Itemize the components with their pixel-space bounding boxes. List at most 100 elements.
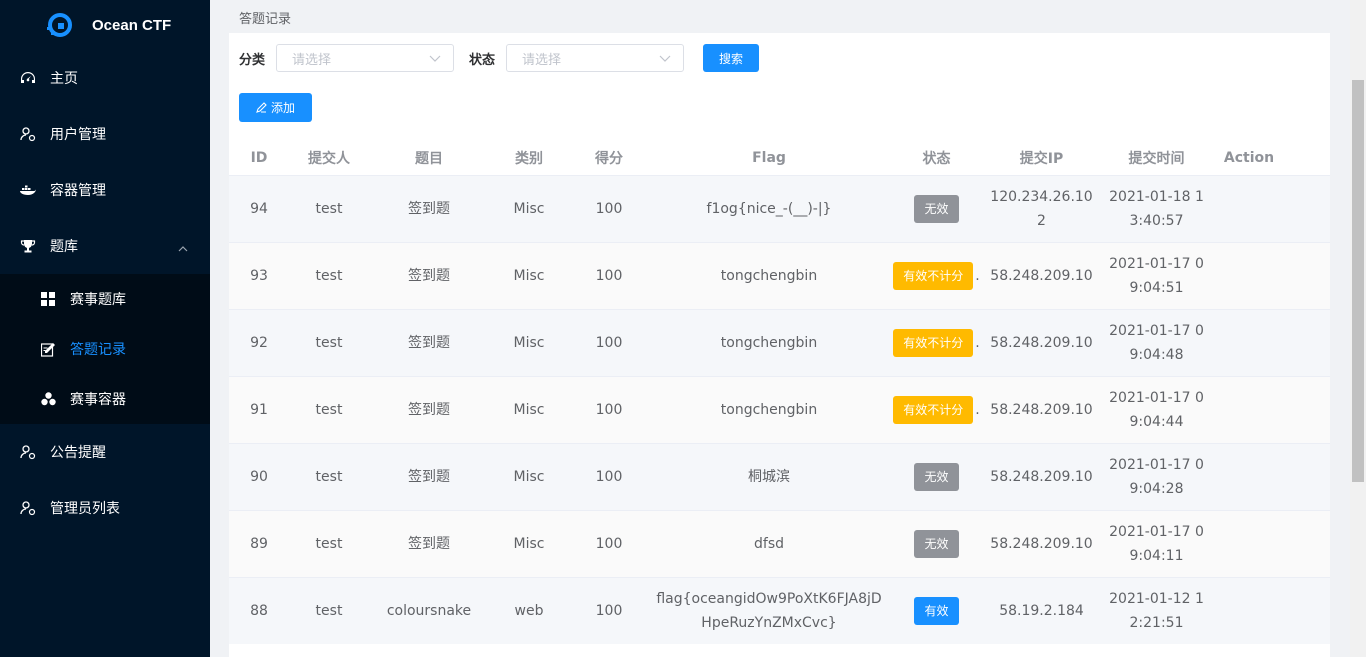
cell-status: 有效 [889,597,984,625]
dashboard-icon [20,70,36,86]
table-row[interactable]: 94 test 签到题 Misc 100 f1og{nice_-(__)-|} 无效 120.… [229,175,1330,242]
cell-flag: tongchengbin [720,402,818,418]
cell-submitter: test [315,268,343,284]
cell-submitter: test [315,603,343,619]
cell-score: 100 [595,335,623,351]
cell-time: 2021-01-17 09:04:28 [1109,457,1204,497]
sidebar-item-announcements[interactable]: 公告提醒 [0,424,210,480]
sidebar-item-label: 主页 [50,71,78,87]
app-logo[interactable]: Ocean CTF [0,0,210,50]
cell-time: 2021-01-18 13:40:57 [1109,189,1204,229]
table-row[interactable]: 88 test coloursnake web 100 flag{oceangidOw9P… [229,577,1330,644]
sidebar-item-label: 公告提醒 [50,445,106,461]
cell-id: 89 [250,536,268,552]
col-header-status[interactable]: 状态 [889,148,984,168]
status-overflow-dot: . [975,402,980,418]
sidebar-subitem-contest-questions[interactable]: 赛事题库 [0,274,210,324]
cell-category: web [514,603,544,619]
sidebar-item-label: 容器管理 [50,183,106,199]
cell-flag: dfsd [754,536,784,552]
table-row[interactable]: 91 test 签到题 Misc 100 tongchengbin 有效不计分. 58.248… [229,376,1330,443]
cell-flag: f1og{nice_-(__)-|} [706,201,832,217]
cell-ip: 58.248.209.10 [990,335,1093,351]
cell-status: 无效 [889,530,984,558]
app-title: Ocean CTF [92,16,172,34]
cell-flag: tongchengbin [720,268,818,284]
col-header-flag[interactable]: Flag [649,150,889,166]
search-button[interactable]: 搜索 [703,44,760,72]
table-row[interactable]: 89 test 签到题 Misc 100 dfsd 无效 58.248.209.10 2021-… [229,510,1330,577]
cell-question: 签到题 [408,335,450,351]
status-overflow-dot: . [975,268,980,284]
cell-score: 100 [595,536,623,552]
cell-id: 88 [250,603,268,619]
col-header-time[interactable]: 提交时间 [1099,148,1214,168]
cell-ip: 58.248.209.10 [990,402,1093,418]
main-content: 答题记录 分类 请选择 状态 请选择 搜索 添加 ID 提交人 题目 类别 得分… [210,0,1350,657]
cell-submitter: test [315,335,343,351]
category-select[interactable]: 请选择 [276,44,455,72]
edit-icon [40,341,56,357]
docker-icon [20,182,36,198]
status-select[interactable]: 请选择 [506,44,685,72]
sidebar-subitem-label: 赛事容器 [70,392,126,408]
page-scrollbar[interactable] [1350,0,1366,657]
cell-flag: 桐城滨 [748,469,790,485]
cell-time: 2021-01-17 09:04:44 [1109,390,1204,430]
cell-status: 无效 [889,463,984,491]
sidebar-item-admins[interactable]: 管理员列表 [0,480,210,536]
cell-ip: 58.248.209.10 [990,268,1093,284]
cell-score: 100 [595,469,623,485]
status-placeholder: 请选择 [522,52,562,68]
col-header-score[interactable]: 得分 [569,148,649,168]
cell-category: Misc [513,469,545,485]
cell-flag: tongchengbin [720,335,818,351]
cell-score: 100 [595,402,623,418]
sidebar-subitem-answer-records[interactable]: 答题记录 [0,324,210,374]
sidebar-item-users[interactable]: 用户管理 [0,106,210,162]
col-header-ip[interactable]: 提交IP [984,148,1099,168]
table-row[interactable]: 93 test 签到题 Misc 100 tongchengbin 有效不计分. 58.248… [229,242,1330,309]
pencil-icon [256,102,267,113]
cell-ip: 58.248.209.10 [990,469,1093,485]
cell-category: Misc [513,268,545,284]
cell-submitter: test [315,536,343,552]
status-badge: 有效不计分 [893,262,974,290]
cell-score: 100 [595,603,623,619]
user-icon [20,444,36,460]
cell-question: coloursnake [386,603,472,619]
cell-question: 签到题 [408,402,450,418]
cell-status: 有效不计分. [889,329,984,357]
cell-ip: 58.248.209.10 [990,536,1093,552]
sidebar-item-containers[interactable]: 容器管理 [0,162,210,218]
sidebar-subitem-contest-containers[interactable]: 赛事容器 [0,374,210,424]
records-panel: 分类 请选择 状态 请选择 搜索 添加 ID 提交人 题目 类别 得分 Flag… [229,33,1330,657]
table-row[interactable]: 92 test 签到题 Misc 100 tongchengbin 有效不计分. 58.248… [229,309,1330,376]
table-header: ID 提交人 题目 类别 得分 Flag 状态 提交IP 提交时间 Action [229,140,1330,176]
cell-question: 签到题 [408,201,450,217]
col-header-action[interactable]: Action [1214,150,1284,166]
sidebar: Ocean CTF 主页 用户管理 容器管理 题库 赛事题库 答题记录 赛事容器… [0,0,210,657]
user-icon [20,500,36,516]
col-header-submitter[interactable]: 提交人 [289,148,369,168]
cell-id: 91 [250,402,268,418]
cell-status: 无效 [889,195,984,223]
grid-icon [40,291,56,307]
cell-id: 94 [250,201,268,217]
cell-question: 签到题 [408,536,450,552]
cell-time: 2021-01-12 12:21:51 [1109,591,1204,631]
sidebar-item-question-bank[interactable]: 题库 [0,218,210,274]
table-row[interactable]: 90 test 签到题 Misc 100 桐城滨 无效 58.248.209.10 2021-0… [229,443,1330,510]
sidebar-item-home[interactable]: 主页 [0,50,210,106]
table-body: 94 test 签到题 Misc 100 f1og{nice_-(__)-|} 无效 120.… [229,175,1330,644]
col-header-question[interactable]: 题目 [369,148,489,168]
col-header-category[interactable]: 类别 [489,148,569,168]
status-badge: 有效不计分 [893,396,974,424]
add-button[interactable]: 添加 [239,93,312,122]
sidebar-subitem-label: 赛事题库 [70,292,126,308]
filter-bar: 分类 请选择 状态 请选择 搜索 [239,44,760,72]
cell-time: 2021-01-17 09:04:48 [1109,323,1204,363]
scrollbar-thumb[interactable] [1352,80,1364,482]
cell-status: 有效不计分. [889,396,984,424]
col-header-id[interactable]: ID [229,150,289,166]
